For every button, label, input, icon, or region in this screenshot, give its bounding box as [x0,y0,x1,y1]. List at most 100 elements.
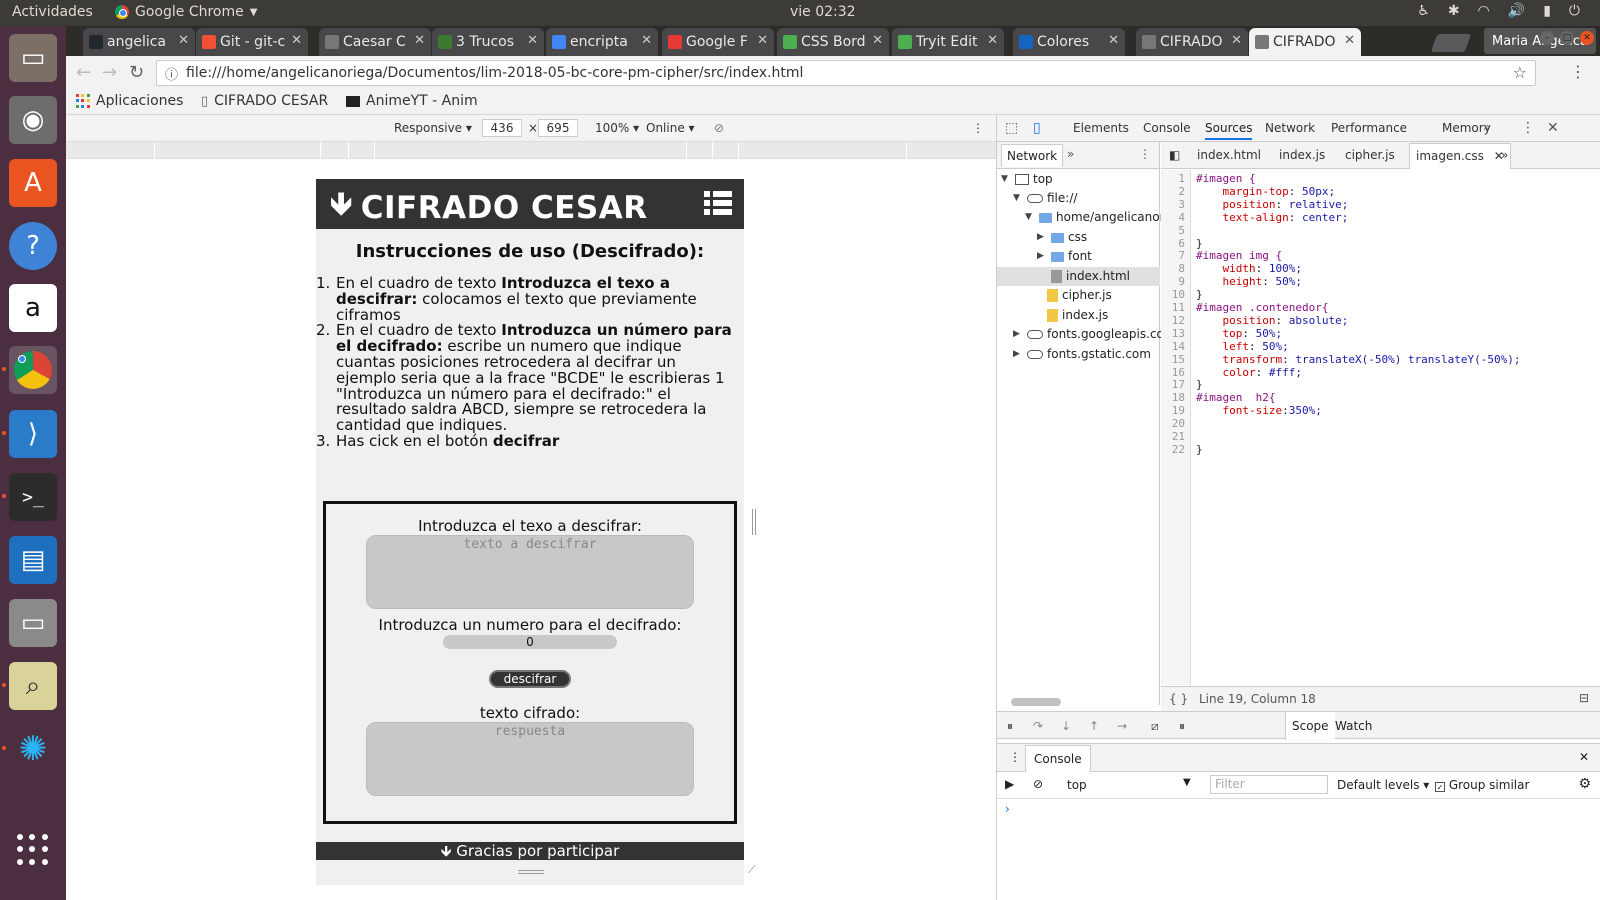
rhythmbox-launcher-icon[interactable]: ◉ [9,96,57,144]
amazon-launcher-icon[interactable]: a [9,284,57,332]
power-icon[interactable]: ⏻ [1569,3,1580,19]
wifi-icon[interactable]: ◠ [1478,3,1490,19]
system-tray[interactable]: ♿ ✱ ◠ 🔊 ▮ ⏻ [1417,3,1580,19]
bookmark-cifrado[interactable]: ▯ CIFRADO CESAR [201,93,328,109]
tree-item-file[interactable]: ▼ file:// [1013,189,1077,208]
files-launcher-icon[interactable]: ▭ [9,34,57,82]
rotate-icon[interactable]: ⊘ [714,121,724,135]
resize-corner-icon[interactable]: ⟋ [748,863,756,877]
minimize-icon[interactable]: – [1540,31,1554,45]
tree-item-css-folder[interactable]: ▶ css [1037,228,1087,247]
device-select[interactable]: Responsive ▾ [394,121,472,135]
console-sidebar-icon[interactable]: ▶ [1005,777,1014,791]
tree-item-font-folder[interactable]: ▶ font [1037,247,1092,266]
chrome-menu-icon[interactable]: ⋮ [1570,62,1586,81]
tree-item-cipher-js[interactable]: cipher.js [1047,286,1112,305]
close-tab-icon[interactable]: ✕ [872,33,883,48]
clear-console-icon[interactable]: ⊘ [1033,777,1043,791]
cipher-text-input[interactable]: texto a descifrar [366,535,694,609]
close-tab-icon[interactable]: ✕ [757,33,768,48]
browser-tab[interactable]: Google F ✕ [662,28,774,56]
navigator-menu-icon[interactable]: ⋮ [1139,147,1151,161]
browser-tab[interactable]: angelica ✕ [83,28,195,56]
vscode-launcher-icon[interactable]: ⟩ [2,410,57,458]
step-into-icon[interactable]: ↓ [1061,719,1071,733]
navigator-hscrollbar[interactable] [999,697,1154,707]
pause-icon[interactable]: ⏸ [1007,719,1013,734]
tree-item-gstatic[interactable]: ▶ fonts.gstatic.com [1013,345,1151,364]
console-settings-gear-icon[interactable]: ⚙ [1578,776,1591,792]
step-icon[interactable]: → [1117,719,1127,733]
bookmark-star-icon[interactable]: ☆ [1513,63,1527,82]
drawer-tab-console[interactable]: Console [1025,745,1091,772]
tree-item-googleapis[interactable]: ▶ fonts.googleapis.com [1013,325,1176,344]
more-tabs-icon[interactable]: » [1483,120,1490,134]
bookmark-animeyt[interactable]: AnimeYT - Anim [346,93,478,109]
battery-icon[interactable]: ▮ [1543,3,1551,19]
tree-item-index-js[interactable]: index.js [1047,306,1108,325]
close-devtools-icon[interactable]: ✕ [1547,120,1559,136]
group-similar-checkbox[interactable]: ✓ Group similar [1435,778,1529,792]
close-tab-icon[interactable]: ✕ [291,33,302,48]
offset-input[interactable]: 0 [443,635,617,649]
decipher-button[interactable]: descifrar [489,670,571,688]
media-query-ruler[interactable] [66,142,996,159]
volume-icon[interactable]: 🔊 [1508,3,1525,19]
height-input[interactable]: 695 [538,119,578,137]
tree-item-index-html[interactable]: index.html [997,267,1160,286]
close-tab-icon[interactable]: ✕ [178,33,189,48]
tab-sources[interactable]: Sources [1205,121,1253,140]
browser-tab[interactable]: Colores ✕ [1013,28,1125,56]
navigator-tab-network[interactable]: Network [1001,144,1064,167]
address-bar[interactable]: ⓘ file:///home/angelicanoriega/Documento… [156,60,1536,86]
tab-performance[interactable]: Performance [1331,121,1407,135]
close-tab-icon[interactable]: ✕ [987,33,998,48]
width-input[interactable]: 436 [482,119,522,137]
info-icon[interactable]: ⓘ [165,64,178,83]
maximize-icon[interactable]: □ [1560,31,1574,45]
tab-scope[interactable]: Scope [1285,712,1335,740]
terminal-launcher-icon[interactable]: >_ [2,473,57,521]
app-menu[interactable]: Google Chrome ▼ [115,4,257,20]
list-menu-icon[interactable] [704,191,732,215]
show-apps-icon[interactable] [17,834,49,866]
step-out-icon[interactable]: ↑ [1089,719,1099,733]
browser-tab[interactable]: Tryit Edit ✕ [892,28,1004,56]
toggle-navigator-icon[interactable]: ◧ [1169,148,1180,162]
step-over-icon[interactable]: ↷ [1033,719,1043,733]
close-tab-icon[interactable]: ✕ [1108,33,1119,48]
log-levels-select[interactable]: Default levels ▾ [1337,778,1429,792]
network-throttle-select[interactable]: Online ▾ [646,121,695,135]
more-navigator-tabs-icon[interactable]: » [1067,147,1074,161]
browser-tab[interactable]: CIFRADO ✕ [1249,28,1361,56]
new-tab-button[interactable] [1430,34,1472,52]
close-drawer-icon[interactable]: ✕ [1579,750,1589,764]
splash-launcher-icon[interactable]: ✺ [2,725,57,773]
browser-tab[interactable]: CIFRADO ✕ [1136,28,1248,56]
bookmark-apps[interactable]: Aplicaciones [76,93,183,109]
tree-item-home-folder[interactable]: ▼ home/angelicanorie [1025,208,1175,227]
resize-handle-bottom[interactable] [518,870,544,874]
browser-tab[interactable]: Git - git-c ✕ [196,28,308,56]
toggle-debugger-icon[interactable]: ⊟ [1579,691,1589,705]
activities-button[interactable]: Actividades [12,4,93,20]
device-toolbar-toggle-icon[interactable]: ▯ [1033,120,1041,136]
console-filter-input[interactable]: Filter [1210,775,1328,794]
printer-launcher-icon[interactable]: ▭ [9,599,57,647]
console-prompt-icon[interactable]: › [1005,802,1010,816]
close-tab-icon[interactable]: ✕ [641,33,652,48]
software-center-launcher-icon[interactable]: A [9,159,57,207]
browser-tab[interactable]: CSS Bord ✕ [777,28,889,56]
close-tab-icon[interactable]: ✕ [1231,33,1242,48]
more-editor-tabs-icon[interactable]: » [1501,148,1508,162]
context-select[interactable]: top [1067,778,1087,792]
reload-button[interactable]: ↻ [129,62,144,83]
browser-tab[interactable]: encripta ✕ [546,28,658,56]
image-viewer-launcher-icon[interactable]: ⌕ [2,662,57,710]
deactivate-breakpoints-icon[interactable]: ⧄ [1151,719,1159,734]
tab-elements[interactable]: Elements [1073,121,1129,135]
editor-tab-cipher-js[interactable]: cipher.js [1345,148,1395,162]
chrome-launcher-icon[interactable] [2,346,57,394]
code-editor[interactable]: 1 #imagen {2 margin-top: 50px; 3 position:… [1161,170,1600,685]
pause-on-exceptions-icon[interactable]: ⏸ [1179,719,1185,734]
